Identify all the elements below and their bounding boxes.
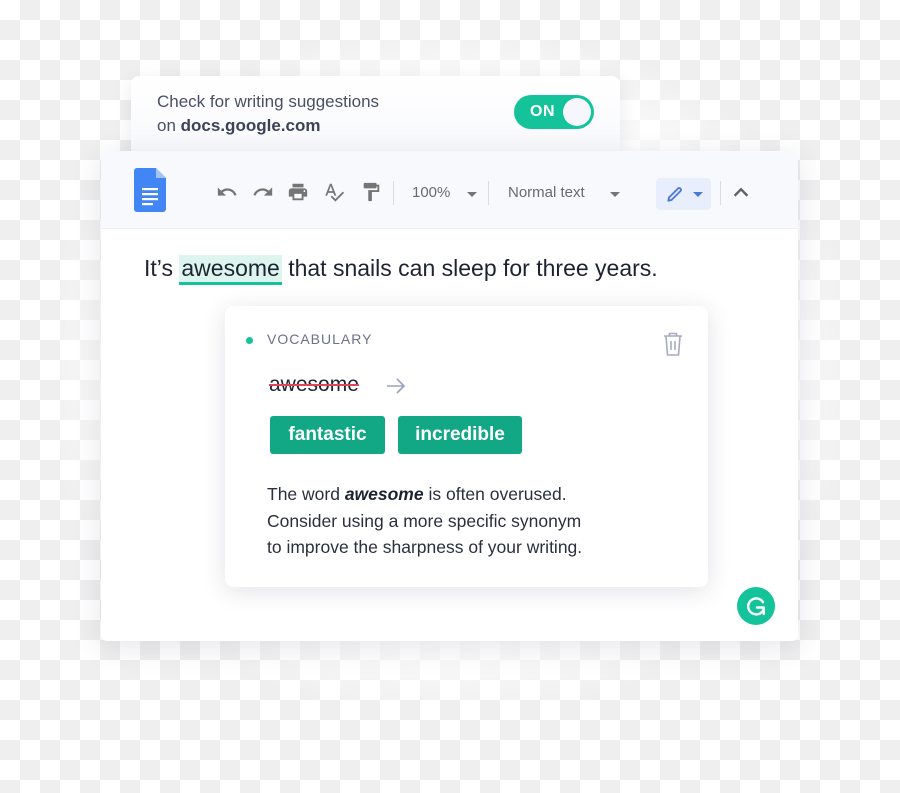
explanation-line-1: The word awesome is often overused. xyxy=(267,481,687,508)
google-docs-icon xyxy=(134,168,166,217)
document-text[interactable]: It’s awesome that snails can sleep for t… xyxy=(144,255,658,285)
grammarly-g-icon xyxy=(744,594,768,623)
explanation-line-2: Consider using a more specific synonym xyxy=(267,510,582,531)
explanation-post: is often overused. xyxy=(423,484,567,504)
undo-icon[interactable] xyxy=(216,181,238,203)
toolbar-divider xyxy=(393,181,394,205)
text-after: that snails can sleep for three years. xyxy=(281,255,658,281)
google-docs-window: 100% Normal text It’s awesome that snail… xyxy=(101,151,798,641)
text-before: It’s xyxy=(144,255,180,281)
explanation-word: awesome xyxy=(344,484,424,504)
suggestion-category: VOCABULARY xyxy=(267,331,373,347)
pencil-icon xyxy=(665,184,685,209)
toggle-knob xyxy=(563,98,591,126)
print-icon[interactable] xyxy=(287,181,309,203)
replacement-chip[interactable]: fantastic xyxy=(270,416,385,454)
original-word: awesome xyxy=(269,373,359,396)
suggestions-toggle[interactable]: ON xyxy=(514,95,594,129)
docs-toolbar: 100% Normal text xyxy=(101,151,798,229)
paragraph-style-select[interactable]: Normal text xyxy=(508,184,585,201)
toggle-label: ON xyxy=(530,103,555,120)
explanation-pre: The word xyxy=(267,484,345,504)
toolbar-divider xyxy=(720,181,721,205)
suggestion-card: VOCABULARY awesome fantastic incredible … xyxy=(225,306,708,587)
explanation-line-3: to improve the sharpness of your writing… xyxy=(267,537,583,557)
editing-mode-button[interactable] xyxy=(656,178,711,210)
trash-icon[interactable] xyxy=(662,331,684,362)
settings-line-1: Check for writing suggestions xyxy=(157,92,380,111)
zoom-caret-icon[interactable] xyxy=(467,192,477,197)
spellcheck-icon[interactable] xyxy=(322,181,345,203)
settings-line-2: on docs.google.com xyxy=(157,114,379,138)
redo-icon[interactable] xyxy=(252,181,274,203)
toolbar-divider xyxy=(488,181,489,205)
category-dot-icon xyxy=(246,337,253,344)
replacement-chip[interactable]: incredible xyxy=(398,416,522,454)
settings-domain: docs.google.com xyxy=(180,116,321,135)
settings-prefix: on xyxy=(157,116,176,135)
chevron-up-icon[interactable] xyxy=(730,182,752,204)
grammarly-button[interactable] xyxy=(737,587,775,625)
zoom-select[interactable]: 100% xyxy=(412,184,450,201)
suggestion-explanation: The word awesome is often overused. Cons… xyxy=(267,481,687,561)
settings-description: Check for writing suggestions on docs.go… xyxy=(157,90,379,138)
paint-format-icon[interactable] xyxy=(360,181,382,203)
arrow-right-icon xyxy=(385,376,407,401)
style-caret-icon[interactable] xyxy=(610,192,620,197)
mode-caret-icon xyxy=(693,192,703,197)
flagged-word[interactable]: awesome xyxy=(179,255,282,285)
